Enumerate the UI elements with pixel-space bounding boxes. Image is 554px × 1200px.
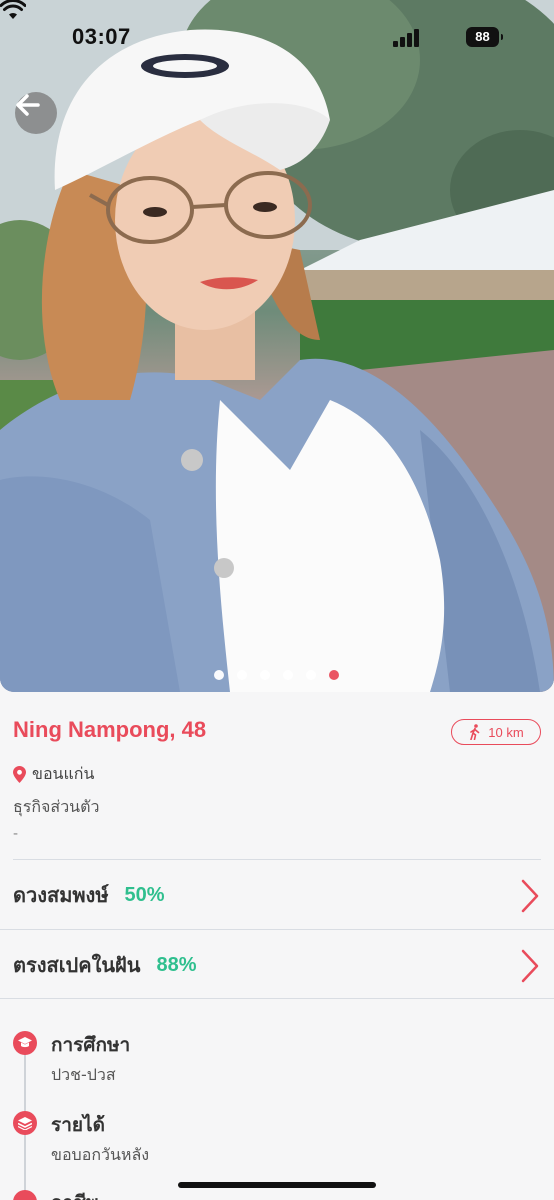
- distance-badge: 10 km: [451, 719, 541, 745]
- photo-page-indicator: [214, 670, 339, 680]
- divider: [13, 859, 541, 860]
- profile-photo[interactable]: 03:07 88: [0, 0, 554, 692]
- back-button[interactable]: [15, 92, 57, 134]
- stack-icon: [13, 1111, 37, 1135]
- divider: [0, 998, 554, 999]
- ideal-type-match-label: ตรงสเปคในฝัน: [13, 953, 141, 977]
- horoscope-match-row[interactable]: ดวงสมพงษ์ 50%: [0, 861, 554, 929]
- page-dot[interactable]: [283, 670, 293, 680]
- ideal-type-match-row[interactable]: ตรงสเปคในฝัน 88%: [0, 931, 554, 999]
- chevron-right-icon: [521, 879, 539, 913]
- page-dot[interactable]: [306, 670, 316, 680]
- home-indicator[interactable]: [178, 1182, 376, 1188]
- page-dot[interactable]: [260, 670, 270, 680]
- distance-text: 10 km: [488, 724, 524, 740]
- profile-name-age: Ning Nampong, 48: [13, 717, 207, 742]
- battery-icon: 88: [466, 27, 503, 47]
- wifi-icon: [0, 0, 26, 19]
- page-dot[interactable]: [237, 670, 247, 680]
- chevron-right-icon: [521, 949, 539, 983]
- status-bar: 03:07 88: [0, 0, 554, 70]
- education-title: การศึกษา: [51, 1034, 131, 1056]
- cellular-signal-icon: [393, 29, 421, 47]
- divider: [0, 929, 554, 930]
- arrow-left-icon: [16, 94, 40, 116]
- photo-illustration: [0, 0, 554, 692]
- walking-person-icon: [470, 724, 480, 740]
- bio-text: -: [13, 826, 19, 842]
- info-icon: [13, 1190, 37, 1200]
- status-time: 03:07: [72, 24, 131, 49]
- income-value: ขอบอกวันหลัง: [51, 1145, 150, 1164]
- career-title: อาชีพ: [51, 1188, 99, 1200]
- map-pin-icon: [13, 766, 26, 783]
- page-dot-active[interactable]: [329, 670, 339, 680]
- horoscope-match-value: 50%: [124, 883, 165, 906]
- income-title: รายได้: [51, 1114, 105, 1136]
- education-value: ปวช-ปวส: [51, 1065, 116, 1084]
- occupation-text: ธุรกิจส่วนตัว: [13, 797, 100, 816]
- ideal-type-match-value: 88%: [156, 953, 197, 976]
- location-text: ขอนแก่น: [32, 764, 95, 783]
- graduation-cap-icon: [13, 1031, 37, 1055]
- location-row: ขอนแก่น: [13, 762, 94, 787]
- horoscope-match-label: ดวงสมพงษ์: [13, 883, 109, 907]
- page-dot[interactable]: [214, 670, 224, 680]
